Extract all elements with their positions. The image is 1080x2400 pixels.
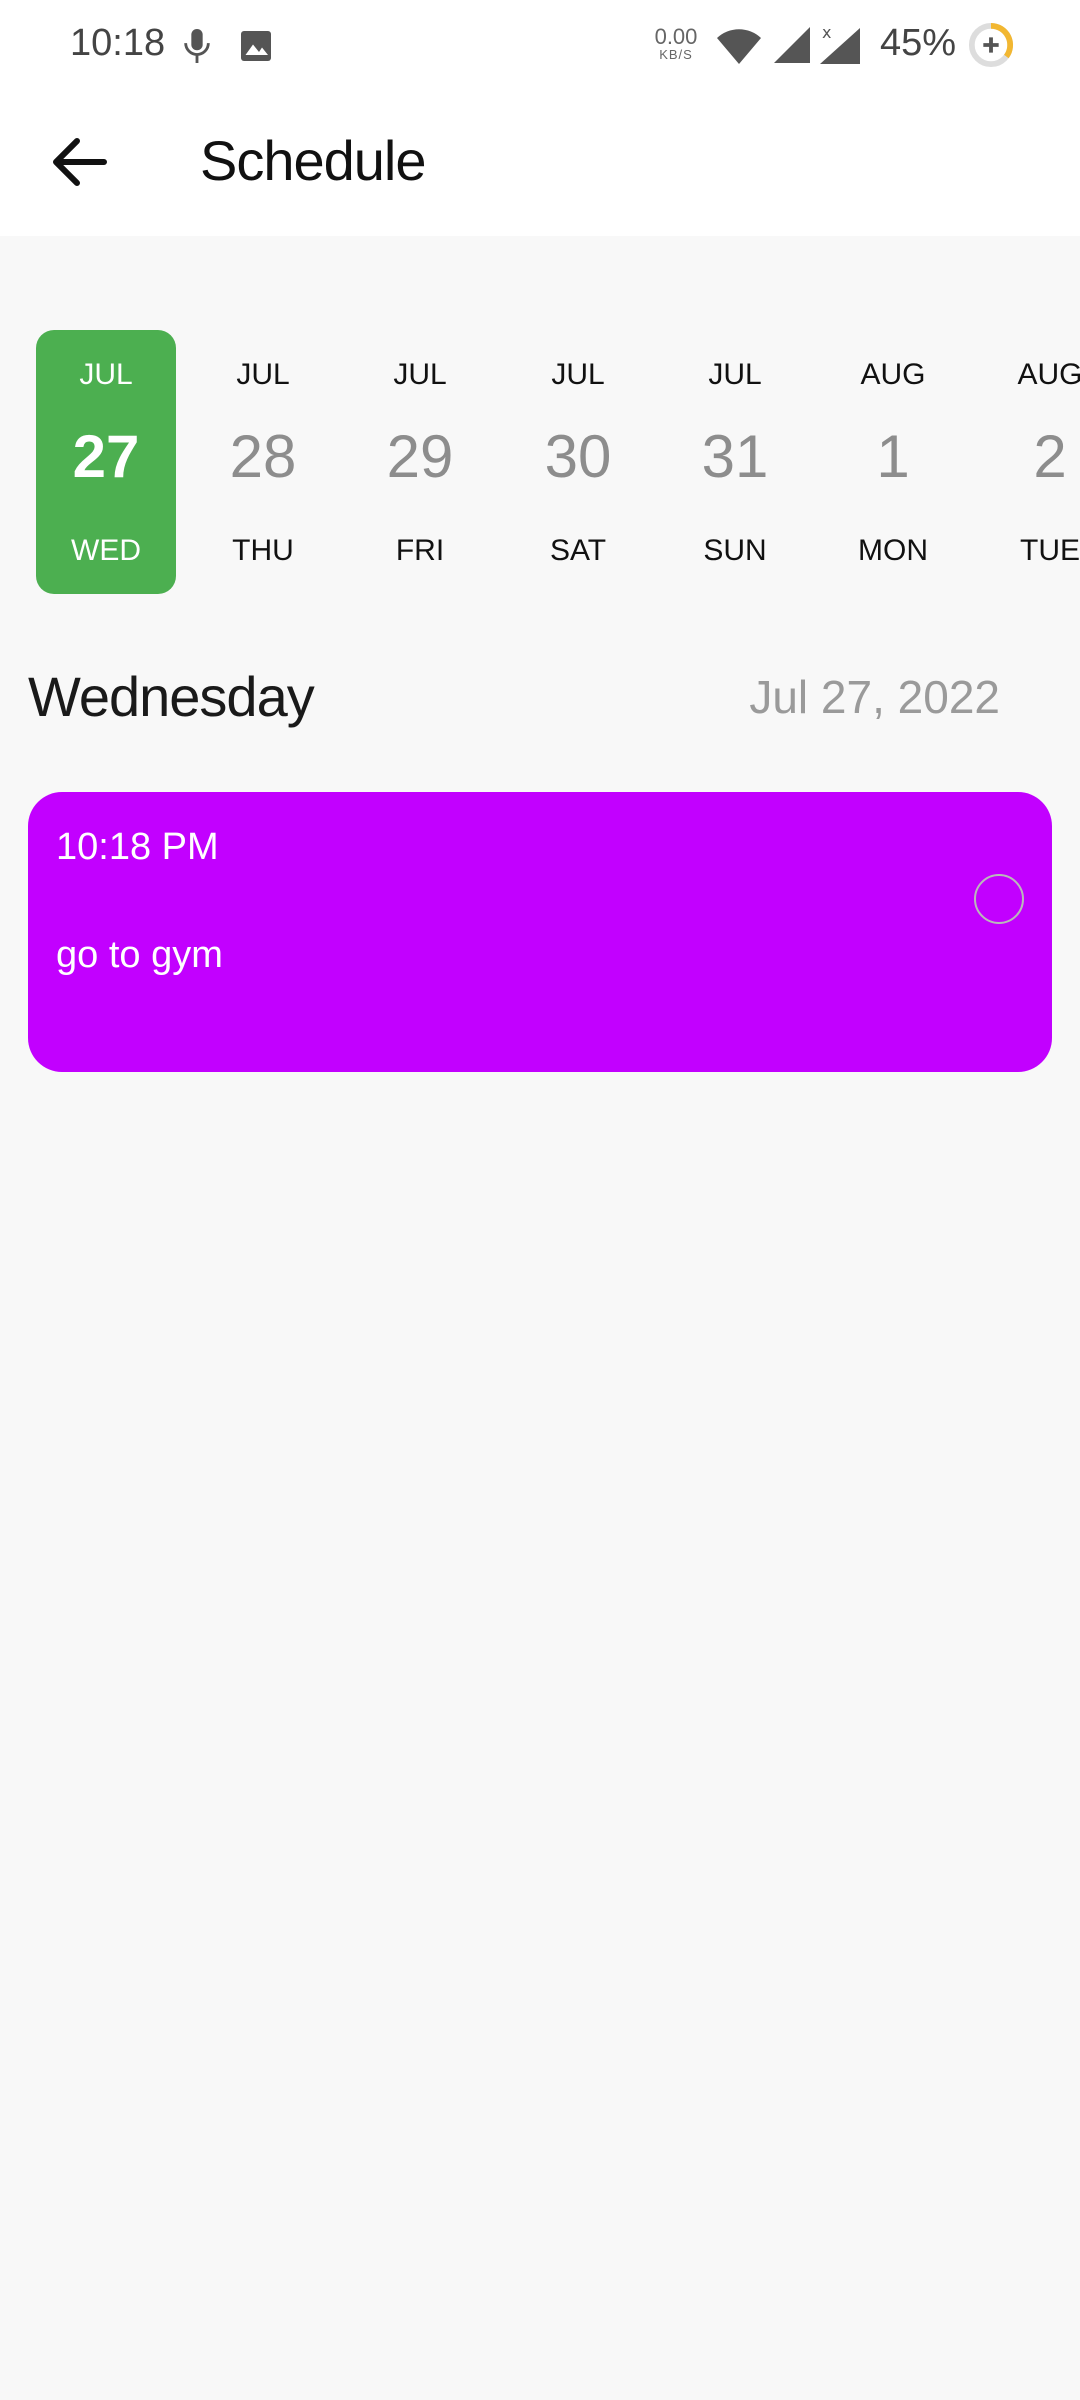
date-month: JUL [79, 358, 133, 391]
signal-icon [774, 27, 810, 63]
date-weekday: SAT [549, 534, 607, 567]
event-complete-checkbox[interactable] [974, 874, 1024, 924]
status-bar: 10:18 0.00 KB/S x 45% [0, 0, 1080, 92]
network-speed-unit: KB/S [659, 47, 693, 62]
date-day: 2 [1033, 423, 1067, 490]
image-icon [241, 31, 271, 61]
event-time: 10:18 PM [56, 826, 219, 868]
date-day: 29 [386, 423, 454, 490]
date-item-jul-29[interactable]: JUL 29 FRI [350, 330, 490, 594]
selected-day-date: Jul 27, 2022 [749, 671, 1000, 723]
date-weekday: MON [858, 534, 928, 567]
date-weekday: SUN [703, 534, 767, 567]
event-title: go to gym [56, 934, 223, 976]
date-month: JUL [708, 358, 762, 391]
date-strip[interactable]: JUL 27 WED JUL 28 THU JUL 29 FRI JUL 30 … [0, 330, 1080, 594]
page-title: Schedule [200, 129, 427, 192]
date-weekday: THU [232, 534, 294, 567]
date-day: 31 [701, 423, 769, 490]
date-month: AUG [860, 358, 926, 391]
arrow-left-icon[interactable] [44, 126, 116, 198]
svg-text:x: x [822, 23, 831, 42]
selected-day-name: Wednesday [28, 665, 315, 728]
date-item-aug-2[interactable]: AUG 2 TUE [980, 330, 1080, 594]
date-day: 30 [544, 423, 612, 490]
network-speed-value: 0.00 [654, 24, 698, 49]
date-weekday: FRI [395, 534, 445, 567]
battery-percent: 45% [880, 22, 957, 64]
battery-icon [968, 22, 1014, 68]
app-bar: Schedule [0, 92, 1080, 236]
date-item-jul-30[interactable]: JUL 30 SAT [508, 330, 648, 594]
date-item-jul-27[interactable]: JUL 27 WED [36, 330, 176, 594]
date-month: JUL [393, 358, 447, 391]
date-day: 1 [876, 423, 910, 490]
date-weekday: WED [71, 534, 141, 567]
date-month: AUG [1017, 358, 1080, 391]
network-speed: 0.00 KB/S [648, 26, 704, 62]
mic-icon [184, 29, 210, 63]
date-month: JUL [236, 358, 290, 391]
date-item-jul-31[interactable]: JUL 31 SUN [665, 330, 805, 594]
date-day: 27 [72, 423, 140, 490]
signal-x-icon: x [820, 23, 860, 64]
event-card[interactable]: 10:18 PM go to gym [28, 792, 1052, 1072]
date-item-jul-28[interactable]: JUL 28 THU [193, 330, 333, 594]
date-month: JUL [551, 358, 605, 391]
date-day: 28 [229, 423, 297, 490]
wifi-icon [717, 29, 761, 64]
date-weekday: TUE [1020, 534, 1080, 567]
status-time: 10:18 [70, 22, 166, 64]
date-item-aug-1[interactable]: AUG 1 MON [823, 330, 963, 594]
